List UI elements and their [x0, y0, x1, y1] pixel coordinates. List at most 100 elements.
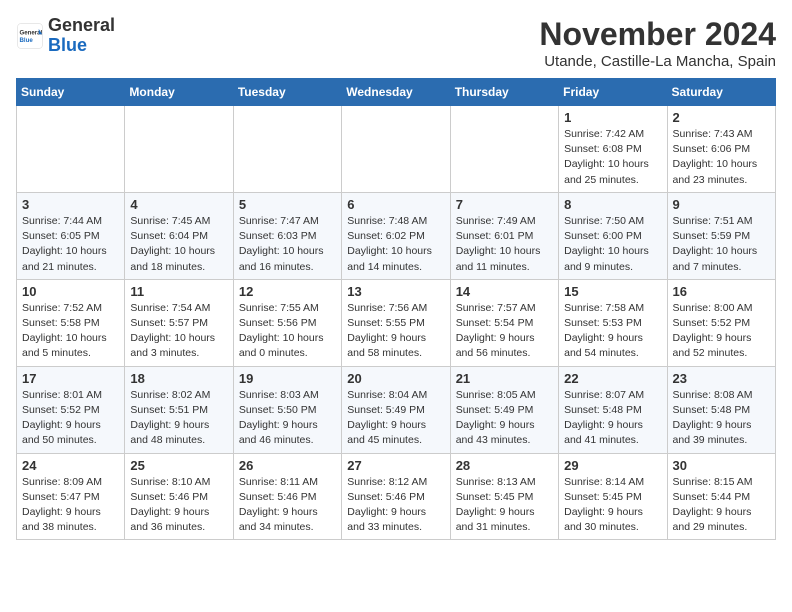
day-number: 1	[564, 110, 661, 125]
calendar-day-cell: 22Sunrise: 8:07 AM Sunset: 5:48 PM Dayli…	[559, 366, 667, 453]
day-of-week-header: Wednesday	[342, 79, 450, 106]
day-number: 25	[130, 458, 227, 473]
day-info: Sunrise: 8:00 AM Sunset: 5:52 PM Dayligh…	[673, 301, 770, 362]
day-info: Sunrise: 7:58 AM Sunset: 5:53 PM Dayligh…	[564, 301, 661, 362]
calendar-day-cell: 27 Sunrise: 8:12 AM Sunset: 5:46 PM Dayli…	[342, 453, 450, 540]
day-number: 28	[456, 458, 553, 473]
logo-blue: Blue	[48, 35, 87, 55]
day-number: 13	[347, 284, 444, 299]
day-info: Sunrise: 8:14 AM Sunset: 5:45 PM Dayligh…	[564, 475, 661, 536]
day-number: 12	[239, 284, 336, 299]
day-number: 23	[673, 371, 770, 386]
calendar-day-cell	[233, 106, 341, 193]
day-info: Sunrise: 7:56 AM Sunset: 5:55 PM Dayligh…	[347, 301, 444, 362]
day-of-week-header: Saturday	[667, 79, 775, 106]
calendar-day-cell	[125, 106, 233, 193]
day-info: Sunrise: 8:08 AM Sunset: 5:48 PM Dayligh…	[673, 388, 770, 449]
day-number: 8	[564, 197, 661, 212]
day-number: 17	[22, 371, 119, 386]
day-number: 15	[564, 284, 661, 299]
day-number: 7	[456, 197, 553, 212]
day-of-week-header: Tuesday	[233, 79, 341, 106]
location-subtitle: Utande, Castille-La Mancha, Spain	[539, 53, 776, 70]
day-info: Sunrise: 7:54 AM Sunset: 5:57 PM Dayligh…	[130, 301, 227, 362]
day-number: 21	[456, 371, 553, 386]
day-number: 3	[22, 197, 119, 212]
day-number: 18	[130, 371, 227, 386]
calendar-day-cell: 8 Sunrise: 7:50 AM Sunset: 6:00 PM Daylig…	[559, 192, 667, 279]
day-number: 29	[564, 458, 661, 473]
day-number: 5	[239, 197, 336, 212]
calendar-day-cell: 3 Sunrise: 7:44 AM Sunset: 6:05 PM Daylig…	[17, 192, 125, 279]
day-number: 16	[673, 284, 770, 299]
day-number: 20	[347, 371, 444, 386]
calendar-week-row: 17 Sunrise: 8:01 AM Sunset: 5:52 PM Dayli…	[17, 366, 776, 453]
calendar-day-cell: 10 Sunrise: 7:52 AM Sunset: 5:58 PM Dayli…	[17, 279, 125, 366]
day-info: Sunrise: 7:51 AM Sunset: 5:59 PM Dayligh…	[673, 214, 770, 275]
calendar-day-cell: 4Sunrise: 7:45 AM Sunset: 6:04 PM Daylig…	[125, 192, 233, 279]
calendar-day-cell: 29 Sunrise: 8:14 AM Sunset: 5:45 PM Dayli…	[559, 453, 667, 540]
day-info: Sunrise: 8:12 AM Sunset: 5:46 PM Dayligh…	[347, 475, 444, 536]
calendar-day-cell: 19 Sunrise: 8:03 AM Sunset: 5:50 PM Dayli…	[233, 366, 341, 453]
day-of-week-header: Thursday	[450, 79, 558, 106]
calendar-week-row: 24Sunrise: 8:09 AM Sunset: 5:47 PM Dayli…	[17, 453, 776, 540]
page-header: General Blue General Blue November 2024 …	[16, 16, 776, 70]
calendar-day-cell: 6Sunrise: 7:48 AM Sunset: 6:02 PM Daylig…	[342, 192, 450, 279]
calendar-day-cell: 12 Sunrise: 7:55 AM Sunset: 5:56 PM Dayli…	[233, 279, 341, 366]
day-info: Sunrise: 8:05 AM Sunset: 5:49 PM Dayligh…	[456, 388, 553, 449]
day-info: Sunrise: 7:50 AM Sunset: 6:00 PM Dayligh…	[564, 214, 661, 275]
day-of-week-header: Friday	[559, 79, 667, 106]
calendar-day-cell: 21 Sunrise: 8:05 AM Sunset: 5:49 PM Dayli…	[450, 366, 558, 453]
calendar-day-cell	[342, 106, 450, 193]
calendar-day-cell: 25 Sunrise: 8:10 AM Sunset: 5:46 PM Dayli…	[125, 453, 233, 540]
day-info: Sunrise: 7:55 AM Sunset: 5:56 PM Dayligh…	[239, 301, 336, 362]
logo-general: General	[48, 15, 115, 35]
calendar-week-row: 1 Sunrise: 7:42 AM Sunset: 6:08 PM Daylig…	[17, 106, 776, 193]
day-number: 11	[130, 284, 227, 299]
calendar-day-cell: 24Sunrise: 8:09 AM Sunset: 5:47 PM Dayli…	[17, 453, 125, 540]
calendar-day-cell	[450, 106, 558, 193]
day-number: 2	[673, 110, 770, 125]
calendar-day-cell: 15 Sunrise: 7:58 AM Sunset: 5:53 PM Dayli…	[559, 279, 667, 366]
day-of-week-header: Sunday	[17, 79, 125, 106]
day-info: Sunrise: 8:09 AM Sunset: 5:47 PM Dayligh…	[22, 475, 119, 536]
calendar-week-row: 3 Sunrise: 7:44 AM Sunset: 6:05 PM Daylig…	[17, 192, 776, 279]
day-info: Sunrise: 8:11 AM Sunset: 5:46 PM Dayligh…	[239, 475, 336, 536]
calendar-day-cell: 1 Sunrise: 7:42 AM Sunset: 6:08 PM Daylig…	[559, 106, 667, 193]
day-number: 19	[239, 371, 336, 386]
month-title: November 2024	[539, 16, 776, 53]
day-number: 6	[347, 197, 444, 212]
calendar-day-cell: 26 Sunrise: 8:11 AM Sunset: 5:46 PM Dayli…	[233, 453, 341, 540]
calendar-day-cell: 9Sunrise: 7:51 AM Sunset: 5:59 PM Daylig…	[667, 192, 775, 279]
day-info: Sunrise: 8:10 AM Sunset: 5:46 PM Dayligh…	[130, 475, 227, 536]
calendar-day-cell: 14 Sunrise: 7:57 AM Sunset: 5:54 PM Dayli…	[450, 279, 558, 366]
calendar-day-cell: 16 Sunrise: 8:00 AM Sunset: 5:52 PM Dayli…	[667, 279, 775, 366]
day-number: 27	[347, 458, 444, 473]
logo-icon: General Blue	[16, 22, 44, 50]
calendar-table: SundayMondayTuesdayWednesdayThursdayFrid…	[16, 78, 776, 540]
calendar-day-cell	[17, 106, 125, 193]
calendar-header-row: SundayMondayTuesdayWednesdayThursdayFrid…	[17, 79, 776, 106]
day-info: Sunrise: 7:42 AM Sunset: 6:08 PM Dayligh…	[564, 127, 661, 188]
day-info: Sunrise: 8:13 AM Sunset: 5:45 PM Dayligh…	[456, 475, 553, 536]
day-number: 4	[130, 197, 227, 212]
day-number: 30	[673, 458, 770, 473]
day-number: 14	[456, 284, 553, 299]
day-info: Sunrise: 7:57 AM Sunset: 5:54 PM Dayligh…	[456, 301, 553, 362]
calendar-day-cell: 30Sunrise: 8:15 AM Sunset: 5:44 PM Dayli…	[667, 453, 775, 540]
day-number: 22	[564, 371, 661, 386]
day-info: Sunrise: 8:01 AM Sunset: 5:52 PM Dayligh…	[22, 388, 119, 449]
calendar-week-row: 10 Sunrise: 7:52 AM Sunset: 5:58 PM Dayli…	[17, 279, 776, 366]
day-info: Sunrise: 7:43 AM Sunset: 6:06 PM Dayligh…	[673, 127, 770, 188]
calendar-day-cell: 13 Sunrise: 7:56 AM Sunset: 5:55 PM Dayli…	[342, 279, 450, 366]
logo: General Blue General Blue	[16, 16, 115, 56]
day-of-week-header: Monday	[125, 79, 233, 106]
day-info: Sunrise: 7:52 AM Sunset: 5:58 PM Dayligh…	[22, 301, 119, 362]
day-number: 10	[22, 284, 119, 299]
day-info: Sunrise: 7:47 AM Sunset: 6:03 PM Dayligh…	[239, 214, 336, 275]
day-info: Sunrise: 8:04 AM Sunset: 5:49 PM Dayligh…	[347, 388, 444, 449]
day-info: Sunrise: 8:03 AM Sunset: 5:50 PM Dayligh…	[239, 388, 336, 449]
day-info: Sunrise: 7:44 AM Sunset: 6:05 PM Dayligh…	[22, 214, 119, 275]
svg-text:Blue: Blue	[20, 37, 34, 44]
day-number: 26	[239, 458, 336, 473]
